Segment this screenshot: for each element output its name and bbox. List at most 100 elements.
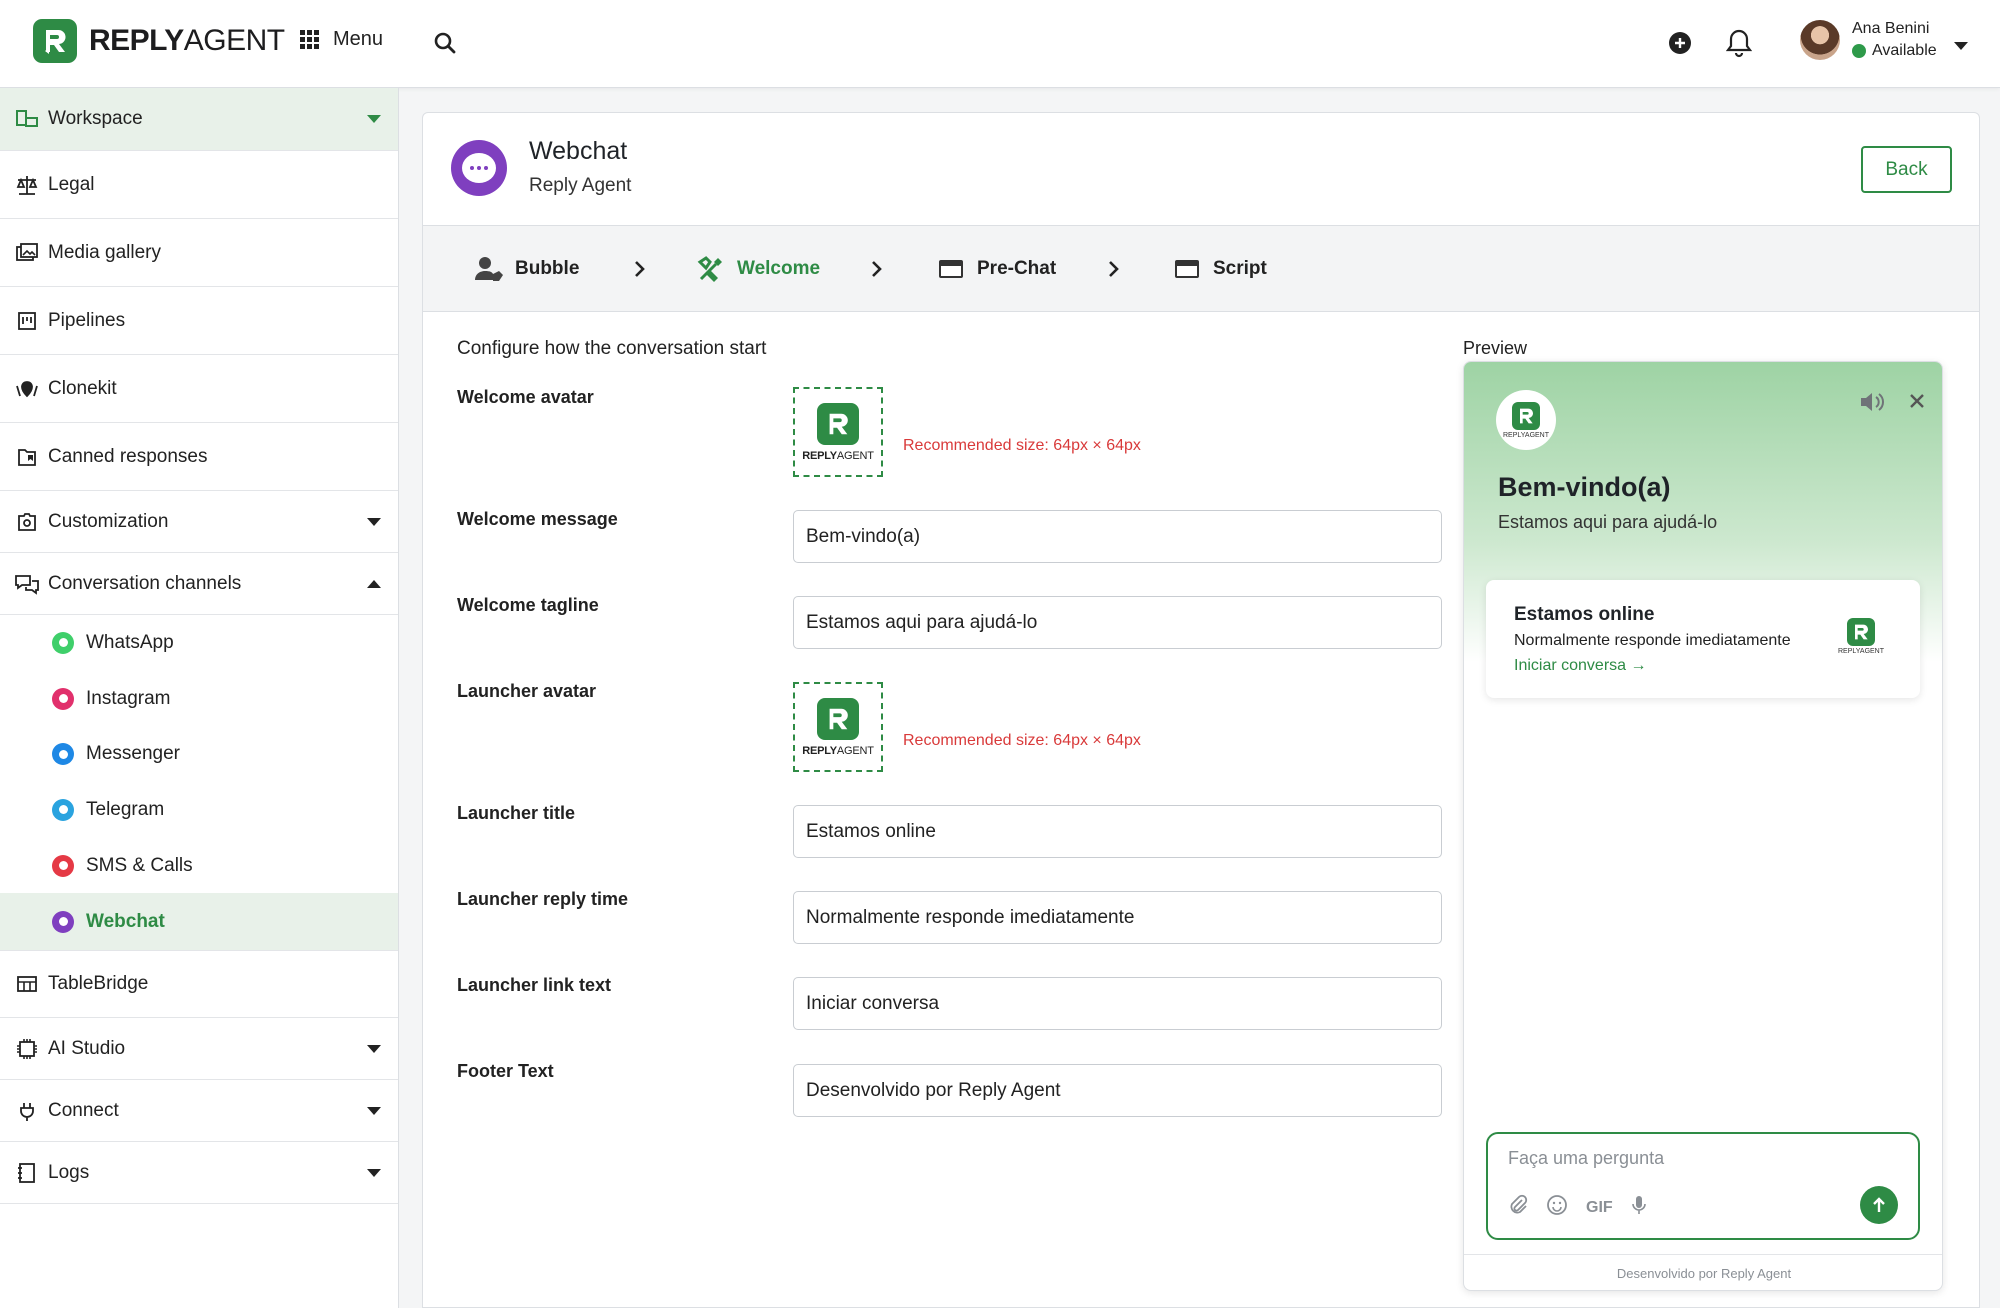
sidebar-item-messenger[interactable]: Messenger: [0, 726, 398, 782]
launcher-reply-time-input[interactable]: [793, 891, 1442, 944]
workspace-icon: [14, 106, 40, 132]
sidebar-item-webchat[interactable]: Webchat: [0, 893, 398, 951]
tab-pre-chat[interactable]: Pre-Chat: [935, 226, 1056, 312]
arrow-up-icon: [1873, 1197, 1885, 1212]
sidebar-item-tablebridge[interactable]: TableBridge: [0, 951, 398, 1019]
caret-down-icon: [367, 1044, 381, 1053]
sidebar-item-label: Legal: [48, 173, 95, 195]
sidebar-item-legal[interactable]: Legal: [0, 151, 398, 219]
sidebar-item-telegram[interactable]: Telegram: [0, 782, 398, 838]
preview-composer: GIF: [1486, 1132, 1920, 1240]
logo-text: REPLYAGENT: [1837, 648, 1885, 655]
launcher-title-input[interactable]: [793, 805, 1442, 858]
chevron-right-icon: [870, 259, 884, 284]
sidebar-item-whatsapp[interactable]: WhatsApp: [0, 615, 398, 671]
logo-mark-icon: [1847, 618, 1875, 646]
app-logo[interactable]: REPLYAGENT: [33, 19, 285, 63]
sidebar-item-customization[interactable]: Customization: [0, 491, 398, 553]
launcher-link-text-input[interactable]: [793, 977, 1442, 1030]
sidebar-item-label: Canned responses: [48, 445, 208, 467]
customization-icon: [14, 509, 40, 535]
close-icon[interactable]: [1908, 392, 1926, 415]
logo-mark-icon: [817, 697, 859, 740]
preview-launcher-card[interactable]: Estamos online Normalmente responde imed…: [1486, 580, 1920, 698]
page-subtitle: Reply Agent: [529, 175, 632, 196]
welcome-tagline-input[interactable]: [793, 596, 1442, 649]
speaker-icon[interactable]: [1858, 390, 1888, 419]
caret-down-icon[interactable]: [1953, 38, 1969, 56]
tab-script[interactable]: Script: [1171, 226, 1267, 312]
whatsapp-icon: [52, 631, 74, 654]
grid-icon: [300, 30, 319, 49]
composer-tools: GIF: [1508, 1194, 1647, 1221]
user-tag-icon: [473, 253, 505, 285]
preview-message-input[interactable]: [1508, 1148, 1898, 1169]
paperclip-icon[interactable]: [1508, 1194, 1528, 1221]
caret-down-icon: [367, 1168, 381, 1177]
bell-icon[interactable]: [1725, 28, 1753, 63]
logo-text: REPLYAGENT: [89, 24, 285, 57]
welcome-avatar-label: Welcome avatar: [457, 387, 594, 407]
footer-text-label: Footer Text: [457, 1061, 554, 1081]
top-bar: REPLYAGENT Menu Ana Benini Available: [0, 0, 2000, 88]
welcome-avatar-upload[interactable]: REPLYAGENT: [793, 387, 883, 477]
sidebar-item-instagram[interactable]: Instagram: [0, 671, 398, 727]
emoji-icon[interactable]: [1546, 1194, 1568, 1221]
add-circle-icon[interactable]: [1668, 31, 1692, 60]
launcher-title-label: Launcher title: [457, 803, 576, 823]
tab-bubble[interactable]: Bubble: [473, 226, 579, 312]
sidebar-item-logs[interactable]: Logs: [0, 1142, 398, 1205]
logs-icon: [14, 1160, 40, 1186]
menu-label: Menu: [333, 28, 384, 50]
step-tabs: Bubble Welcome Pre-Chat Script: [423, 226, 1979, 312]
sidebar-item-label: Telegram: [86, 798, 165, 820]
sidebar-item-media-gallery[interactable]: Media gallery: [0, 219, 398, 287]
welcome-tagline-label: Welcome tagline: [457, 595, 599, 615]
pipeline-icon: [14, 308, 40, 334]
sidebar-item-label: Messenger: [86, 743, 180, 765]
caret-down-icon: [367, 1106, 381, 1115]
recommended-size-note: Recommended size: 64px × 64px: [903, 437, 1141, 454]
preview-avatar: REPLYAGENT: [1496, 390, 1556, 450]
preview-launcher-link[interactable]: Iniciar conversa →: [1514, 657, 1647, 675]
preview-launcher-reply-time: Normalmente responde imediatamente: [1514, 632, 1791, 649]
launcher-avatar-upload[interactable]: REPLYAGENT: [793, 682, 883, 772]
welcome-message-input[interactable]: [793, 510, 1442, 563]
form-intro: Configure how the conversation start: [457, 338, 767, 359]
menu-button[interactable]: Menu: [300, 28, 383, 51]
sidebar-item-label: Pipelines: [48, 309, 126, 331]
sidebar-item-conversation-channels[interactable]: Conversation channels: [0, 553, 398, 615]
launcher-reply-time-label: Launcher reply time: [457, 889, 629, 909]
search-icon[interactable]: [433, 31, 457, 60]
scale-icon: [14, 172, 40, 198]
sidebar-item-pipelines[interactable]: Pipelines: [0, 287, 398, 355]
webchat-icon: [451, 140, 507, 196]
logo-text: REPLYAGENT: [1502, 431, 1550, 439]
sidebar-item-label: TableBridge: [48, 973, 149, 995]
welcome-message-label: Welcome message: [457, 509, 618, 529]
launcher-avatar-label: Launcher avatar: [457, 681, 597, 701]
logo-mark-icon: [1512, 401, 1540, 430]
status-dot-icon: [1852, 44, 1866, 58]
chevron-right-icon: [633, 259, 647, 284]
gif-button[interactable]: GIF: [1586, 1199, 1613, 1217]
user-menu[interactable]: Ana Benini Available: [1800, 20, 1937, 60]
sidebar-item-label: Conversation channels: [48, 572, 242, 594]
sidebar-item-workspace[interactable]: Workspace: [0, 88, 398, 151]
sidebar-item-ai-studio[interactable]: AI Studio: [0, 1018, 398, 1081]
sidebar-item-connect[interactable]: Connect: [0, 1080, 398, 1143]
sidebar-item-sms-calls[interactable]: SMS & Calls: [0, 838, 398, 894]
microphone-icon[interactable]: [1631, 1194, 1647, 1221]
send-button[interactable]: [1860, 1186, 1898, 1224]
back-button[interactable]: Back: [1861, 146, 1952, 193]
sidebar-item-clonekit[interactable]: Clonekit: [0, 355, 398, 423]
clonekit-icon: [14, 376, 40, 402]
sms-calls-icon: [52, 854, 74, 877]
preview-launcher-avatar: REPLYAGENT: [1836, 618, 1886, 655]
sidebar-item-label: Connect: [48, 1099, 119, 1121]
tab-welcome[interactable]: Welcome: [695, 226, 820, 312]
sidebar-item-canned-responses[interactable]: Canned responses: [0, 423, 398, 491]
sidebar-item-label: AI Studio: [48, 1037, 126, 1059]
footer-text-input[interactable]: [793, 1064, 1442, 1117]
webchat-icon: [52, 910, 74, 933]
